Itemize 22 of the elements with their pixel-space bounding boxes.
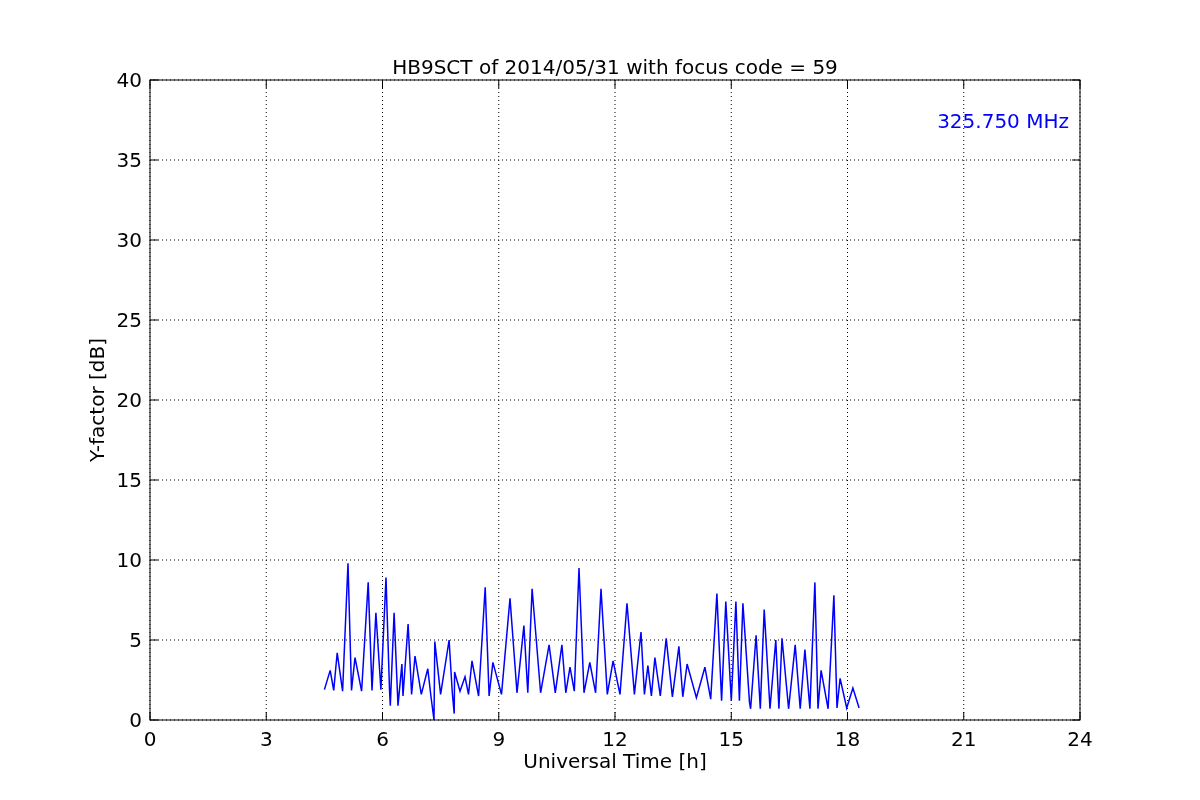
chart-title: HB9SCT of 2014/05/31 with focus code = 59 — [392, 55, 838, 79]
x-tick-label: 0 — [143, 727, 157, 751]
x-tick-label: 6 — [376, 727, 389, 751]
y-tick-label: 20 — [116, 388, 142, 412]
x-tick-label: 21 — [951, 727, 977, 751]
x-tick-label: 9 — [492, 727, 506, 751]
series-label: 325.750 MHz — [937, 109, 1069, 133]
y-tick-label: 35 — [116, 148, 142, 172]
y-tick-label: 5 — [129, 628, 142, 652]
x-tick-label: 15 — [718, 727, 744, 751]
x-axis-label: Universal Time [h] — [523, 749, 707, 773]
y-tick-label: 10 — [116, 548, 142, 572]
y-axis-label: Y-factor [dB] — [85, 338, 109, 462]
x-tick-label: 24 — [1067, 727, 1093, 751]
y-tick-label: 30 — [116, 228, 142, 252]
y-tick-label: 15 — [116, 468, 142, 492]
y-tick-label: 25 — [116, 308, 142, 332]
x-tick-label: 18 — [834, 727, 861, 751]
y-tick-label: 40 — [116, 68, 142, 92]
y-tick-label: 0 — [129, 708, 142, 732]
x-tick-label: 3 — [259, 727, 273, 751]
x-tick-label: 12 — [602, 727, 628, 751]
